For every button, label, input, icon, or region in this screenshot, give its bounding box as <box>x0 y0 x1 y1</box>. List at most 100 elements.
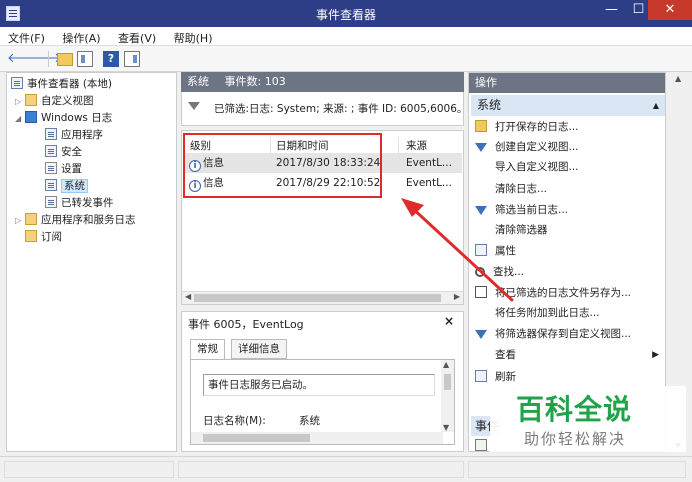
log-icon <box>45 196 57 208</box>
tab-details[interactable]: 详细信息 <box>231 339 287 359</box>
status-panel <box>4 461 174 478</box>
action-refresh[interactable]: 刷新 <box>471 367 663 387</box>
filter-icon <box>188 102 200 110</box>
tree-item-security[interactable]: 安全 <box>45 144 82 161</box>
title-bar: 事件查看器 — ☐ ✕ <box>0 0 692 27</box>
window-title: 事件查看器 <box>315 8 376 22</box>
log-icon <box>45 179 57 191</box>
row-source: EventL... <box>406 177 452 189</box>
watermark-subtitle: 助你轻松解决 <box>524 430 627 448</box>
status-bar <box>0 456 692 482</box>
up-folder-icon[interactable] <box>57 53 73 66</box>
tree-item-apps-services[interactable]: ▷ 应用程序和服务日志 <box>15 212 136 229</box>
folder-icon <box>25 213 37 225</box>
collapse-caret-icon[interactable]: ▲ <box>653 95 659 116</box>
toolbar: 🡐 🡒 ? <box>0 46 692 72</box>
toolbar-divider <box>48 51 49 67</box>
forward-arrow-icon[interactable]: 🡒 <box>27 51 62 67</box>
event-detail-pane: 事件 6005，EventLog × 常规 详细信息 事件日志服务已启动。 日志… <box>181 311 464 452</box>
help-icon[interactable]: ? <box>103 51 119 67</box>
detail-content: 事件日志服务已启动。 日志名称(M): 系统 ▲ ▼ <box>190 359 455 445</box>
expand-arrow-icon[interactable]: ▷ <box>15 93 25 110</box>
action-save-filtered-log[interactable]: 将已筛选的日志文件另存为... <box>471 283 663 303</box>
collapse-arrow-icon[interactable]: ◢ <box>15 110 25 127</box>
windows-logs-icon <box>25 111 37 123</box>
tree-item-system[interactable]: 系统 <box>45 178 88 195</box>
status-panel <box>178 461 464 478</box>
menu-file[interactable]: 文件(F) <box>0 27 51 46</box>
event-viewer-icon <box>11 77 23 89</box>
action-import-custom-view[interactable]: 导入自定义视图... <box>471 157 663 177</box>
scroll-up-icon[interactable]: ▲ <box>443 360 449 369</box>
menu-action[interactable]: 操作(A) <box>54 27 106 46</box>
filter-description: 已筛选:日志: System; 来源: ; 事件 ID: 6005,6006。事 <box>214 103 464 115</box>
tree-item-custom-views[interactable]: ▷ 自定义视图 <box>15 93 94 110</box>
scroll-thumb[interactable] <box>194 294 441 302</box>
tree-item-windows-logs[interactable]: ◢ Windows 日志 <box>15 110 112 127</box>
action-attach-task[interactable]: 将任务附加到此日志... <box>471 303 663 323</box>
expand-arrow-icon[interactable]: ▷ <box>15 212 25 229</box>
scroll-up-icon[interactable]: ▲ <box>675 74 681 83</box>
actions-section-system[interactable]: 系统 ▲ <box>471 95 665 116</box>
action-clear-filter[interactable]: 清除筛选器 <box>471 220 663 240</box>
minimize-button[interactable]: — <box>598 0 625 20</box>
status-panel <box>468 461 686 478</box>
folder-icon <box>25 94 37 106</box>
scroll-left-icon[interactable]: ◀ <box>185 292 191 301</box>
close-button[interactable]: ✕ <box>648 0 692 20</box>
menu-view[interactable]: 查看(V) <box>110 27 162 46</box>
open-folder-icon <box>475 120 487 132</box>
properties-icon <box>475 244 487 256</box>
event-message[interactable]: 事件日志服务已启动。 <box>203 374 435 396</box>
navigation-tree: 事件查看器 (本地) ▷ 自定义视图 ◢ Windows 日志 应用程序 安全 设置… <box>6 72 177 452</box>
tree-item-root[interactable]: 事件查看器 (本地) <box>11 76 112 93</box>
scroll-down-icon[interactable]: ▼ <box>443 423 449 432</box>
tree-item-application[interactable]: 应用程序 <box>45 127 103 144</box>
annotation-highlight-box <box>183 133 382 198</box>
log-icon <box>45 162 57 174</box>
scroll-thumb[interactable] <box>444 374 451 390</box>
log-name-value: 系统 <box>299 415 320 427</box>
actions-header: 操作 <box>469 73 665 93</box>
filter-icon <box>475 143 487 152</box>
find-icon <box>475 267 485 277</box>
table-horizontal-scrollbar[interactable]: ◀ ▶ <box>182 291 463 304</box>
action-properties[interactable]: 属性 <box>471 241 663 261</box>
action-create-custom-view[interactable]: 创建自定义视图... <box>471 137 663 157</box>
detail-horizontal-scrollbar[interactable] <box>191 432 443 444</box>
scroll-thumb[interactable] <box>203 434 310 442</box>
scroll-right-icon[interactable]: ▶ <box>454 292 460 301</box>
show-hide-tree-icon[interactable] <box>77 51 93 67</box>
section-label: 系统 <box>477 98 502 112</box>
tree-item-forwarded-events[interactable]: 已转发事件 <box>45 195 114 212</box>
action-clear-log[interactable]: 清除日志... <box>471 179 663 199</box>
action-filter-current-log[interactable]: 筛选当前日志... <box>471 200 663 220</box>
detail-close-icon[interactable]: × <box>444 314 454 328</box>
menu-help[interactable]: 帮助(H) <box>166 27 219 46</box>
save-icon <box>475 286 487 298</box>
event-properties-icon[interactable] <box>475 439 487 451</box>
filter-bar: 已筛选:日志: System; 来源: ; 事件 ID: 6005,6006。事 <box>181 92 464 126</box>
log-icon <box>45 145 57 157</box>
tree-item-setup[interactable]: 设置 <box>45 161 82 178</box>
filter-icon <box>475 330 487 339</box>
tab-general[interactable]: 常规 <box>190 339 225 360</box>
detail-title: 事件 6005，EventLog <box>188 318 304 331</box>
action-save-filter-to-view[interactable]: 将筛选器保存到自定义视图... <box>471 324 663 344</box>
refresh-icon <box>475 370 487 382</box>
action-open-saved-log[interactable]: 打开保存的日志... <box>471 117 663 137</box>
back-arrow-icon[interactable]: 🡐 <box>7 51 42 67</box>
menu-bar: 文件(F) 操作(A) 查看(V) 帮助(H) <box>0 27 692 46</box>
tree-item-subscriptions[interactable]: 订阅 <box>25 229 62 246</box>
log-name: 系统 <box>187 75 209 88</box>
show-hide-action-pane-icon[interactable] <box>124 51 140 67</box>
detail-vertical-scrollbar[interactable]: ▲ ▼ <box>441 360 454 432</box>
watermark: 百科全说 助你轻松解决 <box>490 386 686 452</box>
action-view[interactable]: 查看 ▶ <box>471 345 663 365</box>
submenu-arrow-icon: ▶ <box>652 350 659 360</box>
event-count: 事件数: 103 <box>224 75 286 88</box>
action-find[interactable]: 查找... <box>471 262 663 282</box>
log-icon <box>45 128 57 140</box>
filter-icon <box>475 206 487 215</box>
subscriptions-icon <box>25 230 37 242</box>
